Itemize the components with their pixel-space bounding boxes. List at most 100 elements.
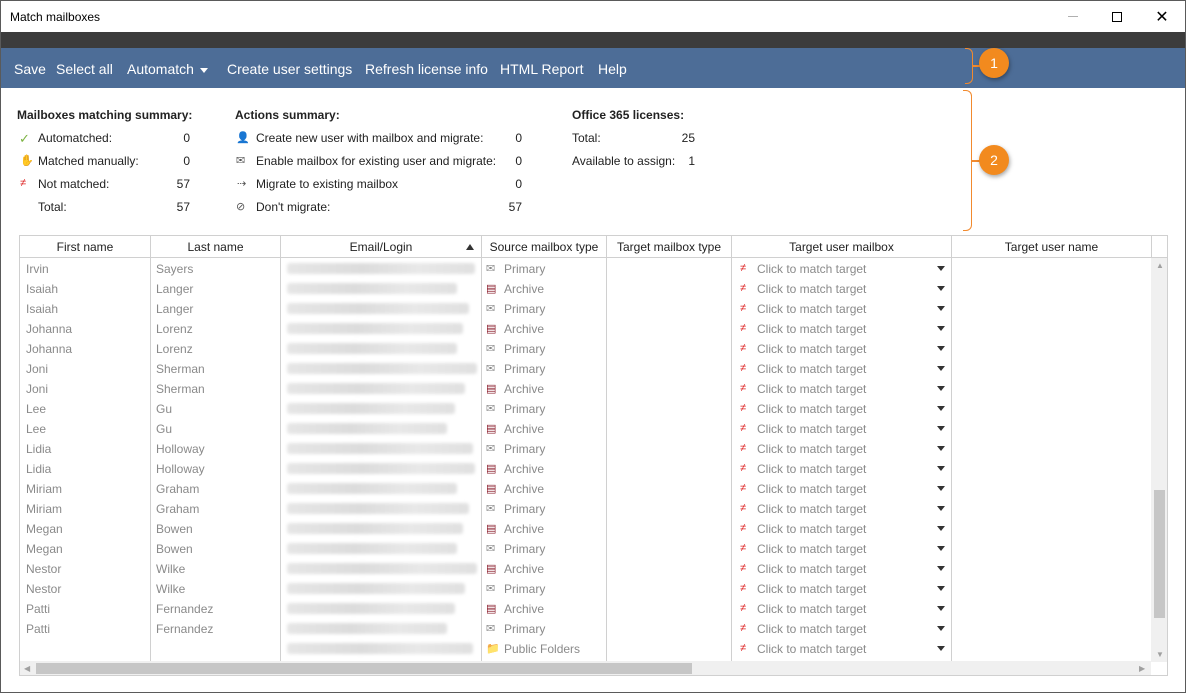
chevron-down-icon[interactable] — [937, 526, 945, 531]
chevron-down-icon[interactable] — [937, 306, 945, 311]
chevron-down-icon[interactable] — [937, 346, 945, 351]
cell-target-user-mailbox[interactable]: Click to match target — [757, 402, 866, 416]
horizontal-scroll-thumb[interactable] — [36, 663, 692, 674]
minimize-icon — [1068, 16, 1078, 17]
cell-target-user-mailbox[interactable]: Click to match target — [757, 462, 866, 476]
cell-target-user-mailbox[interactable]: Click to match target — [757, 442, 866, 456]
chevron-down-icon[interactable] — [937, 566, 945, 571]
scroll-up-icon[interactable]: ▲ — [1156, 261, 1164, 270]
chevron-down-icon[interactable] — [937, 266, 945, 271]
chevron-down-icon[interactable] — [937, 426, 945, 431]
cell-target-user-mailbox[interactable]: Click to match target — [757, 422, 866, 436]
table-row[interactable]: Joni Sherman ▤ Archive ≠ Click to match targe… — [20, 378, 1150, 398]
table-row[interactable]: 📁 Public Folders ≠ Click to match target — [20, 638, 1150, 658]
cell-source-mailbox-type: Primary — [504, 362, 546, 376]
refresh-license-info-button[interactable]: Refresh license info — [365, 61, 488, 77]
cell-target-user-mailbox[interactable]: Click to match target — [757, 302, 866, 316]
cell-target-user-mailbox[interactable]: Click to match target — [757, 342, 866, 356]
cell-last-name: Bowen — [156, 522, 193, 536]
cell-target-user-mailbox[interactable]: Click to match target — [757, 322, 866, 336]
table-row[interactable]: Irvin Sayers ✉ Primary ≠ Click to match targe… — [20, 258, 1150, 278]
table-row[interactable]: Nestor Wilke ✉ Primary ≠ Click to match targe… — [20, 578, 1150, 598]
table-row[interactable]: Johanna Lorenz ▤ Archive ≠ Click to match tar… — [20, 318, 1150, 338]
cell-email-redacted — [287, 463, 475, 474]
table-row[interactable]: Miriam Graham ▤ Archive ≠ Click to match targ… — [20, 478, 1150, 498]
column-first-name[interactable]: First name — [20, 236, 151, 258]
html-report-button[interactable]: HTML Report — [500, 61, 584, 77]
table-row[interactable]: Megan Bowen ✉ Primary ≠ Click to match target — [20, 538, 1150, 558]
vertical-scrollbar[interactable]: ▲ ▼ — [1151, 258, 1167, 662]
maximize-button[interactable] — [1094, 1, 1140, 32]
cell-target-user-mailbox[interactable]: Click to match target — [757, 482, 866, 496]
table-row[interactable]: Joni Sherman ✉ Primary ≠ Click to match targe… — [20, 358, 1150, 378]
table-row[interactable]: Nestor Wilke ▤ Archive ≠ Click to match targe… — [20, 558, 1150, 578]
chevron-down-icon[interactable] — [937, 366, 945, 371]
chevron-down-icon[interactable] — [937, 386, 945, 391]
chevron-down-icon[interactable] — [937, 626, 945, 631]
automatch-button[interactable]: Automatch — [127, 61, 208, 77]
cell-last-name: Fernandez — [156, 602, 214, 616]
chevron-down-icon[interactable] — [937, 286, 945, 291]
column-target-mailbox-type[interactable]: Target mailbox type — [607, 236, 732, 258]
table-row[interactable]: Johanna Lorenz ✉ Primary ≠ Click to match tar… — [20, 338, 1150, 358]
column-email-login[interactable]: Email/Login — [281, 236, 482, 258]
cell-target-user-mailbox[interactable]: Click to match target — [757, 542, 866, 556]
minimize-button[interactable] — [1050, 1, 1096, 32]
table-row[interactable]: Megan Bowen ▤ Archive ≠ Click to match target — [20, 518, 1150, 538]
cell-target-user-mailbox[interactable]: Click to match target — [757, 262, 866, 276]
scroll-right-icon[interactable]: ▶ — [1139, 664, 1145, 673]
select-all-button[interactable]: Select all — [56, 61, 113, 77]
chevron-down-icon[interactable] — [937, 466, 945, 471]
cell-target-user-mailbox[interactable]: Click to match target — [757, 362, 866, 376]
cell-first-name: Nestor — [26, 582, 62, 596]
column-target-user-name[interactable]: Target user name — [952, 236, 1152, 258]
chevron-down-icon[interactable] — [937, 646, 945, 651]
cell-first-name: Isaiah — [26, 302, 59, 316]
cell-email-redacted — [287, 363, 477, 374]
cell-target-user-mailbox[interactable]: Click to match target — [757, 502, 866, 516]
chevron-down-icon[interactable] — [937, 506, 945, 511]
save-button[interactable]: Save — [14, 61, 46, 77]
table-row[interactable]: Patti Fernandez ✉ Primary ≠ Click to match ta… — [20, 618, 1150, 638]
table-row[interactable]: Lee Gu ▤ Archive ≠ Click to match target — [20, 418, 1150, 438]
scroll-down-icon[interactable]: ▼ — [1156, 650, 1164, 659]
table-row[interactable]: Isaiah Langer ✉ Primary ≠ Click to match targ… — [20, 298, 1150, 318]
cell-last-name: Bowen — [156, 542, 193, 556]
cell-source-mailbox-type: Primary — [504, 262, 546, 276]
cell-source-mailbox-type: Primary — [504, 542, 546, 556]
chevron-down-icon[interactable] — [937, 586, 945, 591]
cell-email-redacted — [287, 643, 473, 654]
table-row[interactable]: Patti Fernandez ▤ Archive ≠ Click to match ta… — [20, 598, 1150, 618]
column-last-name[interactable]: Last name — [151, 236, 281, 258]
horizontal-scrollbar[interactable]: ◀ ▶ — [20, 661, 1151, 675]
create-user-settings-button[interactable]: Create user settings — [227, 61, 352, 77]
chevron-down-icon[interactable] — [937, 446, 945, 451]
not-equal-icon: ≠ — [740, 382, 747, 394]
chevron-down-icon[interactable] — [937, 546, 945, 551]
table-row[interactable]: Isaiah Langer ▤ Archive ≠ Click to match targ… — [20, 278, 1150, 298]
cell-target-user-mailbox[interactable]: Click to match target — [757, 562, 866, 576]
cell-target-user-mailbox[interactable]: Click to match target — [757, 622, 866, 636]
cell-last-name: Graham — [156, 482, 200, 496]
cell-target-user-mailbox[interactable]: Click to match target — [757, 522, 866, 536]
cell-target-user-mailbox[interactable]: Click to match target — [757, 582, 866, 596]
help-button[interactable]: Help — [598, 61, 627, 77]
chevron-down-icon[interactable] — [937, 406, 945, 411]
chevron-down-icon[interactable] — [937, 486, 945, 491]
column-source-mailbox-type[interactable]: Source mailbox type — [482, 236, 607, 258]
cell-target-user-mailbox[interactable]: Click to match target — [757, 382, 866, 396]
chevron-down-icon[interactable] — [937, 606, 945, 611]
table-row[interactable]: Miriam Graham ✉ Primary ≠ Click to match targ… — [20, 498, 1150, 518]
cell-target-user-mailbox[interactable]: Click to match target — [757, 282, 866, 296]
scroll-left-icon[interactable]: ◀ — [24, 664, 30, 673]
vertical-scroll-thumb[interactable] — [1154, 490, 1165, 618]
table-row[interactable]: Lidia Holloway ▤ Archive ≠ Click to match tar… — [20, 458, 1150, 478]
column-target-user-mailbox[interactable]: Target user mailbox — [732, 236, 952, 258]
cell-target-user-mailbox[interactable]: Click to match target — [757, 642, 866, 656]
chevron-down-icon[interactable] — [937, 326, 945, 331]
cell-target-user-mailbox[interactable]: Click to match target — [757, 602, 866, 616]
close-button[interactable]: ✕ — [1139, 1, 1185, 32]
cell-last-name: Lorenz — [156, 342, 193, 356]
table-row[interactable]: Lee Gu ✉ Primary ≠ Click to match target — [20, 398, 1150, 418]
table-row[interactable]: Lidia Holloway ✉ Primary ≠ Click to match tar… — [20, 438, 1150, 458]
